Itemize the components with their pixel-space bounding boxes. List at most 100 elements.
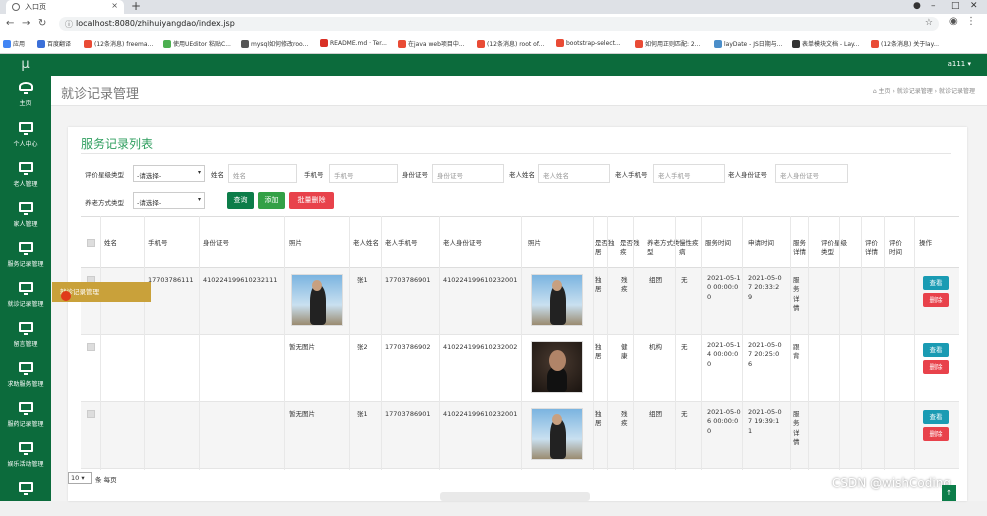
column-divider bbox=[884, 216, 885, 470]
sidebar-item[interactable]: 娱乐活动管理 bbox=[0, 436, 51, 476]
chevron-down-icon: ▾ bbox=[197, 169, 201, 176]
sidebar-item[interactable]: 家人管理 bbox=[0, 196, 51, 236]
row-checkbox[interactable] bbox=[87, 410, 95, 418]
column-divider bbox=[839, 216, 840, 470]
sidebar-item[interactable]: 就诊记录管理 bbox=[0, 276, 51, 316]
bookmark-item[interactable]: bootstrap-select... bbox=[556, 39, 621, 47]
table-cell-elder-phone: 17703786901 bbox=[385, 410, 431, 418]
bookmark-label: 使用UEditor 粘贴C... bbox=[173, 41, 231, 48]
table-row[interactable]: 暂无图片 张1 17703786901 410224199610232001 独居 残疾组… bbox=[81, 402, 959, 469]
name-input[interactable]: 姓名 bbox=[228, 164, 297, 183]
scroll-top-button[interactable]: ↑ bbox=[942, 485, 956, 501]
bookmark-icon bbox=[398, 40, 406, 48]
sidebar-item[interactable]: 个人中心 bbox=[0, 116, 51, 156]
view-button[interactable]: 查看 bbox=[923, 276, 949, 290]
table-cell-apply-time: 2021-05-07 20:25:06 bbox=[748, 341, 782, 368]
bookmark-item[interactable]: 表单模块文档 - Lay... bbox=[792, 39, 859, 48]
column-divider bbox=[199, 216, 200, 470]
sidebar-item[interactable]: 求助服务管理 bbox=[0, 356, 51, 396]
sidebar-item[interactable]: 老人管理 bbox=[0, 156, 51, 196]
table-cell-elder-id: 410224199610232001 bbox=[443, 410, 518, 418]
browser-tab[interactable]: 入口页 × bbox=[6, 0, 124, 14]
table-cell-chronic: 无 bbox=[681, 410, 688, 418]
view-button[interactable]: 查看 bbox=[923, 343, 949, 357]
monitor-icon bbox=[18, 162, 33, 175]
bookmark-item[interactable]: 使用UEditor 粘贴C... bbox=[163, 39, 231, 48]
table-cell-detail: 服务详情 bbox=[793, 276, 800, 313]
table-cell-elder-name: 张1 bbox=[357, 410, 368, 418]
table-header-cell: 服务时间 bbox=[705, 239, 731, 247]
address-bar[interactable]: ⓘ localhost:8080/zhihuiyangdao/index.jsp… bbox=[59, 17, 939, 31]
sidebar-item[interactable]: 主页 bbox=[0, 76, 51, 116]
bookmark-item[interactable]: 应用 bbox=[3, 39, 25, 48]
user-menu[interactable]: a111 ▾ bbox=[948, 60, 971, 68]
sidebar-item[interactable]: 留言管理 bbox=[0, 316, 51, 356]
maximize-icon[interactable]: □ bbox=[951, 1, 960, 11]
account-icon[interactable]: ◉ bbox=[949, 16, 958, 27]
new-tab-icon[interactable]: + bbox=[131, 0, 141, 13]
elder-photo bbox=[531, 341, 583, 393]
elder-id-input[interactable]: 老人身份证号 bbox=[775, 164, 848, 183]
close-icon[interactable]: × bbox=[111, 1, 118, 10]
table-row[interactable]: 暂无图片 张2 17703786902 410224199610232002 独居 健康机… bbox=[81, 335, 959, 402]
elder-name-input[interactable]: 老人姓名 bbox=[538, 164, 610, 183]
bookmark-item[interactable]: README.md · Ter... bbox=[320, 39, 387, 47]
query-button[interactable]: 查询 bbox=[227, 192, 254, 209]
care-type-select[interactable]: -请选择- ▾ bbox=[133, 192, 205, 209]
phone-input[interactable]: 手机号 bbox=[329, 164, 398, 183]
bookmark-item[interactable]: 在java web项目中... bbox=[398, 39, 465, 48]
forward-icon[interactable]: → bbox=[22, 18, 30, 29]
star-icon[interactable]: ☆ bbox=[925, 18, 933, 28]
table-cell-detail: 跟背 bbox=[793, 343, 800, 361]
bookmark-label: 应用 bbox=[13, 41, 26, 48]
breadcrumb[interactable]: ⌂ 主页 › 就诊记录管理 › 就诊记录管理 bbox=[873, 86, 975, 95]
profile-icon[interactable]: ● bbox=[913, 1, 921, 11]
bookmark-icon bbox=[241, 40, 249, 48]
window-close-icon[interactable]: ✕ bbox=[970, 1, 978, 11]
minimize-icon[interactable]: – bbox=[931, 1, 936, 11]
table-header-cell: 姓名 bbox=[104, 239, 117, 247]
monitor-icon bbox=[18, 322, 33, 335]
id-input[interactable]: 身份证号 bbox=[432, 164, 504, 183]
bookmark-label: 百度翻译 bbox=[47, 41, 72, 48]
delete-button[interactable]: 删除 bbox=[923, 360, 949, 374]
elder-id-label: 老人身份证号 bbox=[728, 171, 767, 179]
table-cell-elder-name: 张2 bbox=[357, 343, 368, 351]
eval-type-select[interactable]: -请选择- ▾ bbox=[133, 165, 205, 182]
view-button[interactable]: 查看 bbox=[923, 410, 949, 424]
sidebar-item[interactable]: 服药记录管理 bbox=[0, 396, 51, 436]
column-divider bbox=[790, 216, 791, 470]
info-icon[interactable]: ⓘ bbox=[65, 19, 73, 30]
back-icon[interactable]: ← bbox=[6, 18, 14, 29]
bookmark-item[interactable]: layDate - JS日期与... bbox=[714, 39, 783, 48]
column-divider bbox=[521, 216, 522, 470]
row-checkbox[interactable] bbox=[87, 343, 95, 351]
bookmark-item[interactable]: (12条消息) freema... bbox=[84, 39, 153, 48]
list-panel: 服务记录列表 评价星级类型 -请选择- ▾ 姓名 姓名 手机号 手机号 身份证号 … bbox=[68, 127, 967, 501]
menu-icon[interactable]: ⋮ bbox=[966, 16, 976, 27]
table-cell-detail: 服务详情 bbox=[793, 410, 800, 447]
sidebar-item-more[interactable] bbox=[0, 476, 51, 516]
bookmark-label: layDate - JS日期与... bbox=[724, 41, 783, 48]
table-header-cell: 申请时间 bbox=[748, 239, 774, 247]
bookmark-label: (12条消息) root of... bbox=[487, 41, 545, 48]
batch-delete-button[interactable]: 批量删除 bbox=[289, 192, 334, 209]
sidebar-item-label: 就诊记录管理 bbox=[7, 301, 44, 308]
page-size-select[interactable]: 10 ▾ bbox=[68, 472, 92, 484]
bookmark-item[interactable]: mysql如何修改roo... bbox=[241, 39, 308, 48]
bookmark-item[interactable]: 如何用正则匹配: 2... bbox=[635, 39, 700, 48]
sidebar-item[interactable]: 服务记录管理 bbox=[0, 236, 51, 276]
delete-button[interactable]: 删除 bbox=[923, 293, 949, 307]
nav-bar: ← → ↻ ⓘ localhost:8080/zhihuiyangdao/ind… bbox=[0, 14, 987, 34]
delete-button[interactable]: 删除 bbox=[923, 427, 949, 441]
table-row[interactable]: 17703786111 410224199610232111 张1 177037869… bbox=[81, 268, 959, 335]
bookmark-item[interactable]: 百度翻译 bbox=[37, 39, 71, 48]
add-button[interactable]: 添加 bbox=[258, 192, 285, 209]
table-cell-service-time: 2021-05-06 00:00:00 bbox=[707, 408, 741, 435]
table-cell-alone: 独居 bbox=[595, 410, 602, 428]
elder-phone-input[interactable]: 老人手机号 bbox=[653, 164, 725, 183]
select-all-checkbox[interactable] bbox=[87, 239, 95, 247]
reload-icon[interactable]: ↻ bbox=[38, 18, 46, 29]
bookmark-item[interactable]: (12条消息) root of... bbox=[477, 39, 544, 48]
bookmark-item[interactable]: (12条消息) 关于lay... bbox=[871, 39, 939, 48]
